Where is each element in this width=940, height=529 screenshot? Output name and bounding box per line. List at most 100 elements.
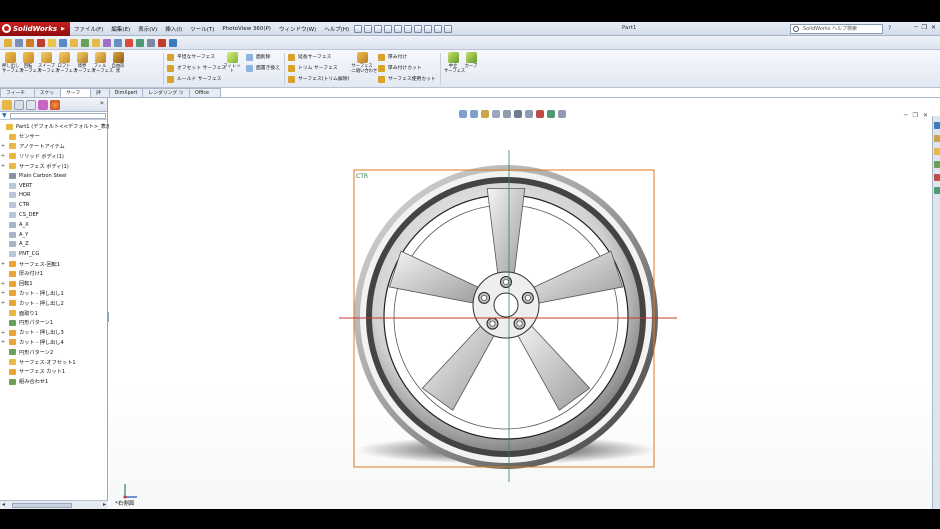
display-style-icon[interactable]	[114, 38, 122, 47]
expand-icon[interactable]: +	[0, 281, 6, 287]
tree-item[interactable]: + カット - 押し出し3	[0, 328, 64, 338]
photoview-icon[interactable]	[158, 38, 166, 47]
lofted-surface-button[interactable]: ロフト サーフェス	[56, 52, 77, 74]
swept-surface-button[interactable]: スイープ サーフェス	[38, 52, 59, 74]
help-question-icon[interactable]: ?	[888, 25, 891, 32]
tree-item[interactable]: センサー	[0, 132, 40, 142]
tree-item[interactable]: サーフェス カット1	[0, 367, 65, 377]
tree-item[interactable]: + 回転1	[0, 279, 33, 289]
expand-icon[interactable]: +	[0, 261, 6, 267]
tab-features[interactable]: フィーチャー	[0, 88, 35, 105]
scroll-left-icon[interactable]: ◂	[2, 501, 5, 508]
toolbox-icon[interactable]	[169, 38, 177, 47]
tree-item[interactable]: 円形パターン2	[0, 347, 53, 357]
feature-tree-tab-icon[interactable]	[2, 100, 12, 110]
expand-icon[interactable]: +	[0, 339, 6, 345]
tree-item[interactable]: + サーフェス-回転1	[0, 259, 60, 269]
smart-dimension-icon[interactable]	[4, 38, 12, 47]
extrude-boss-icon[interactable]	[26, 38, 34, 47]
tree-item[interactable]: VERT	[0, 181, 32, 191]
close-icon[interactable]: ✕	[931, 24, 936, 31]
tree-item[interactable]: + サーフェス ボディ(1)	[0, 161, 69, 171]
menu-insert[interactable]: 挿入(I)	[161, 25, 186, 33]
graphics-area[interactable]: ─ ❐ ✕ CTR *右側面	[109, 98, 932, 509]
curves-button[interactable]: カーブ	[463, 52, 479, 69]
tab-render-tools[interactable]: レンダリング ツール	[142, 88, 190, 105]
tree-item[interactable]: Plain Carbon Steel	[0, 171, 67, 181]
expand-icon[interactable]: +	[0, 153, 6, 159]
select-arrow-icon[interactable]	[414, 24, 423, 33]
rebuild-icon[interactable]	[424, 24, 433, 33]
menu-window[interactable]: ウィンドウ(W)	[275, 25, 320, 33]
filter-input[interactable]	[10, 113, 106, 119]
file-properties-icon[interactable]	[434, 24, 443, 33]
tree-item[interactable]: CTR	[0, 200, 29, 210]
filled-surface-button[interactable]: フィル サーフェス	[92, 52, 113, 74]
tab-surfaces[interactable]: サーフェス	[60, 88, 91, 105]
menu-file[interactable]: ファイル(F)	[70, 25, 107, 33]
delete-face-button[interactable]: 面削除	[246, 53, 270, 62]
boundary-surface-button[interactable]: 境界 サーフェス	[74, 52, 95, 74]
ref-geometry-icon[interactable]	[81, 38, 89, 47]
ruled-surface-button[interactable]: ルールド サーフェス	[167, 75, 221, 84]
expand-icon[interactable]: +	[0, 330, 6, 336]
cut-icon[interactable]	[37, 38, 45, 47]
view-orientation-icon[interactable]	[147, 38, 155, 47]
menu-view[interactable]: 表示(V)	[134, 25, 161, 33]
restore-icon[interactable]: ❐	[922, 24, 927, 31]
untrim-surface-button[interactable]: サーフェス(トリム解除)	[288, 75, 349, 84]
solidworks-logo[interactable]: SolidWorks ▶	[0, 22, 70, 36]
instant3d-icon[interactable]	[103, 38, 111, 47]
undo-icon[interactable]	[404, 24, 413, 33]
menu-help[interactable]: ヘルプ(H)	[320, 25, 353, 33]
menu-tools[interactable]: ツール(T)	[186, 25, 218, 33]
tree-item[interactable]: 組み合わせ1	[0, 377, 48, 387]
tree-item[interactable]: + アノテートアイテム	[0, 142, 65, 152]
scrollbar-thumb[interactable]	[12, 503, 72, 508]
tree-item[interactable]: + カット - 押し出し1	[0, 289, 64, 299]
menu-edit[interactable]: 編集(E)	[107, 25, 134, 33]
tree-item[interactable]: 厚み付け1	[0, 269, 43, 279]
expand-icon[interactable]: +	[0, 163, 6, 169]
scroll-right-icon[interactable]: ▸	[103, 501, 106, 508]
appearance-icon[interactable]	[125, 38, 133, 47]
fillet-icon[interactable]	[48, 38, 56, 47]
mid-surface-button[interactable]: 中立 サーフェス	[444, 52, 465, 74]
knit-surface-button[interactable]: サーフェス -ニ縫い合わせ	[350, 52, 377, 74]
save-icon[interactable]	[384, 24, 393, 33]
new-document-icon[interactable]	[364, 24, 373, 33]
tree-item[interactable]: + ソリッド ボディ(1)	[0, 151, 64, 161]
pin-icon[interactable]	[354, 24, 363, 33]
tree-item[interactable]: CS_DEF	[0, 210, 39, 220]
curves-icon[interactable]	[92, 38, 100, 47]
tree-item[interactable]: + カット - 押し出し4	[0, 338, 64, 348]
tab-office-products[interactable]: Office 製品	[189, 88, 221, 105]
minimize-icon[interactable]: ─	[914, 24, 918, 31]
revolved-surface-button[interactable]: 回転 サーフェス	[20, 52, 41, 74]
custom-properties-icon[interactable]	[934, 187, 940, 194]
horizontal-scrollbar[interactable]: ◂ ▸	[0, 500, 108, 509]
options-gear-icon[interactable]	[444, 24, 453, 33]
expand-icon[interactable]: +	[0, 290, 6, 296]
solidworks-resources-icon[interactable]	[934, 122, 940, 129]
freeform-button[interactable]: 自由形 状	[110, 52, 126, 74]
tree-item[interactable]: A_Z	[0, 240, 29, 250]
view-palette-icon[interactable]	[934, 161, 940, 168]
pattern-icon[interactable]	[70, 38, 78, 47]
open-folder-icon[interactable]	[374, 24, 383, 33]
expand-icon[interactable]: +	[0, 300, 6, 306]
configuration-manager-tab-icon[interactable]	[26, 100, 36, 110]
tree-item[interactable]: 円形パターン1	[0, 318, 53, 328]
tab-sketch[interactable]: スケッチ	[33, 88, 62, 105]
scene-icon[interactable]	[136, 38, 144, 47]
tree-item[interactable]: + カット - 押し出し2	[0, 298, 64, 308]
tree-item[interactable]: PNT_CG	[0, 249, 39, 259]
appearances-icon[interactable]	[934, 174, 940, 181]
file-explorer-icon[interactable]	[934, 148, 940, 155]
property-manager-tab-icon[interactable]	[14, 100, 24, 110]
menu-photoview[interactable]: PhotoView 360(P)	[218, 26, 275, 32]
print-icon[interactable]	[394, 24, 403, 33]
chevron-right-icon[interactable]: »	[100, 99, 104, 107]
cut-with-surface-button[interactable]: サーフェス使用カット	[378, 75, 436, 84]
tree-item[interactable]: HOR	[0, 191, 31, 201]
